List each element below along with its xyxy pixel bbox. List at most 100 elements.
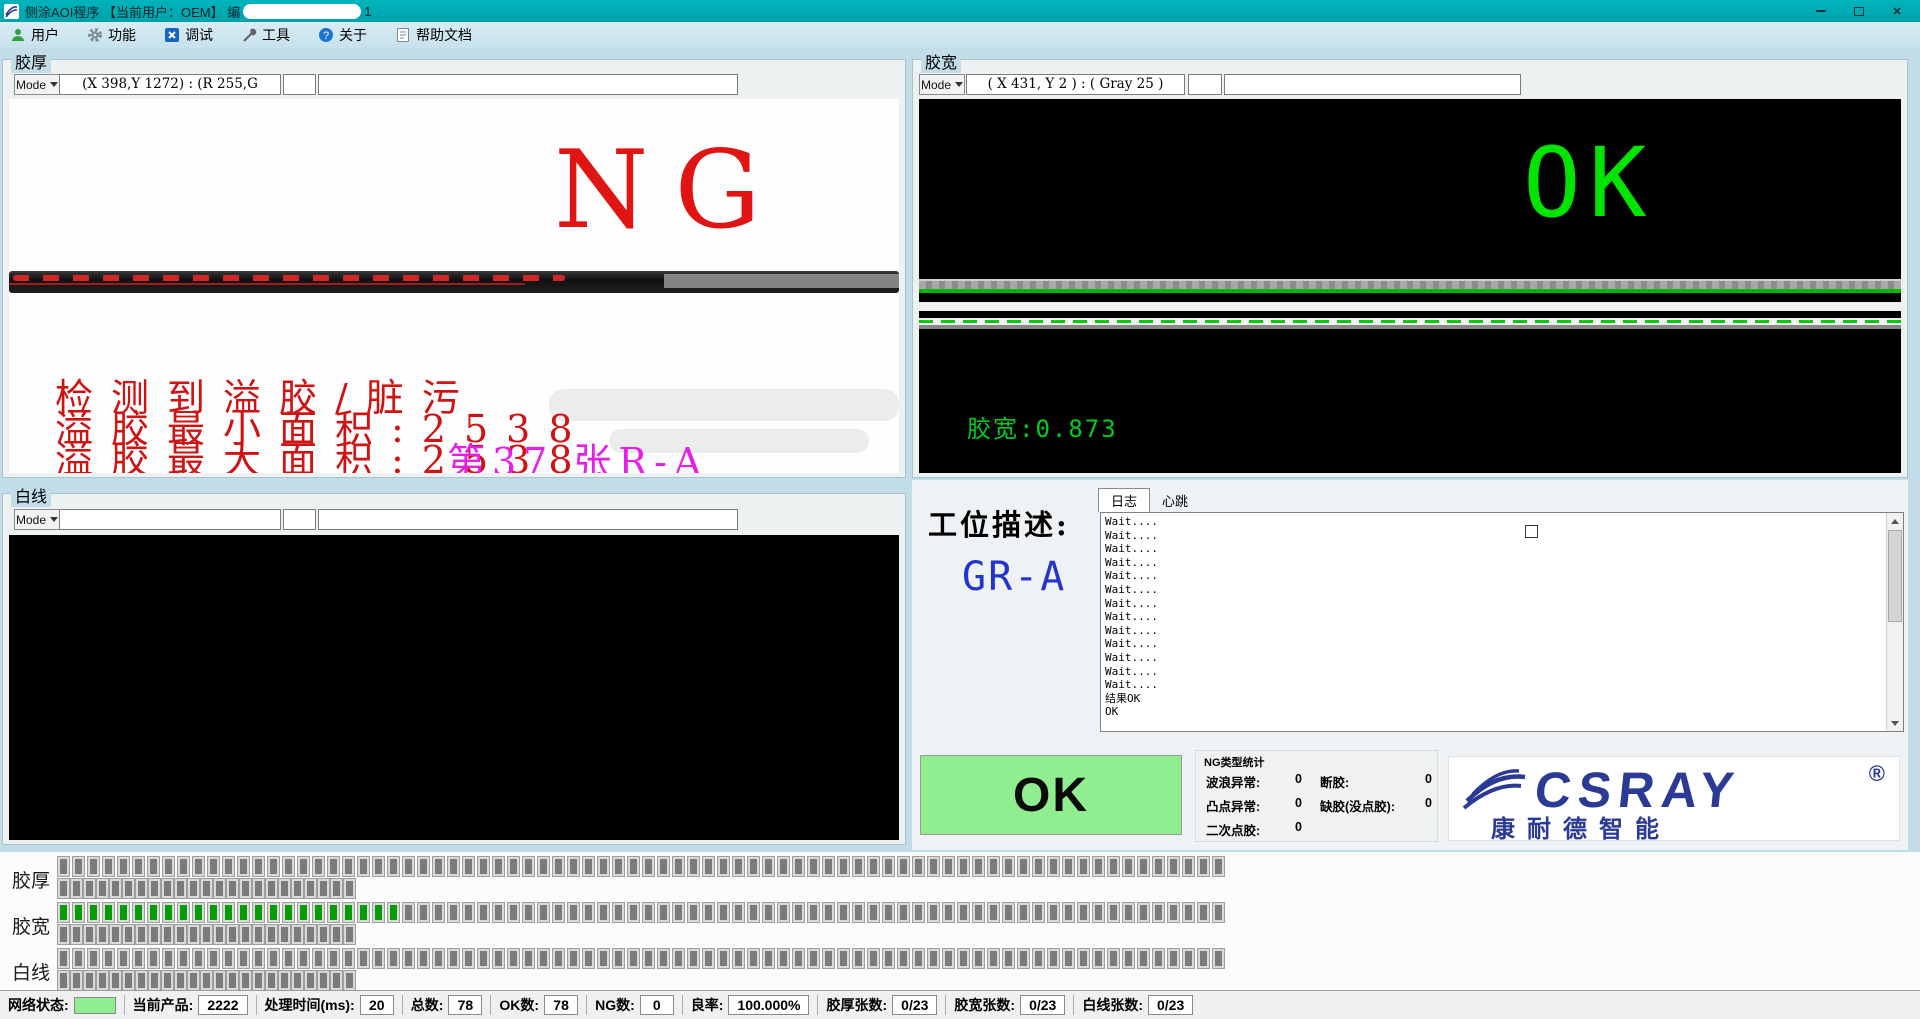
tracker-cell bbox=[373, 949, 384, 968]
statusbar-divider bbox=[1073, 995, 1074, 1015]
statusbar-item: 处理时间(ms):20 bbox=[265, 995, 394, 1015]
tracker-cell bbox=[358, 903, 369, 922]
log-line: Wait.... bbox=[1105, 556, 1883, 570]
mode-dropdown[interactable]: Mode bbox=[14, 74, 60, 95]
tracker-cell bbox=[71, 925, 82, 944]
tracker-cell bbox=[110, 879, 121, 898]
log-panel[interactable]: Wait....Wait....Wait....Wait....Wait....… bbox=[1100, 512, 1904, 732]
ng-type-statistics: NG类型统计 波浪异常:0凸点异常:0二次点胶:0 断胶:0缺胶(没点胶):0 bbox=[1195, 750, 1438, 842]
white-line-image[interactable] bbox=[9, 535, 899, 840]
log-scrollbar[interactable] bbox=[1886, 513, 1903, 731]
tracker-cell bbox=[148, 949, 159, 968]
menu-item-debug[interactable]: 调试 bbox=[164, 25, 213, 45]
tracker-cell bbox=[178, 903, 189, 922]
menu-item-about[interactable]: ? 关于 bbox=[318, 25, 367, 45]
tracker-cell bbox=[331, 879, 342, 898]
statusbar-divider bbox=[124, 995, 125, 1015]
tracker-cell bbox=[973, 857, 984, 876]
tracker-cell bbox=[148, 857, 159, 876]
tracker-cell bbox=[344, 925, 355, 944]
tracker-cell bbox=[149, 925, 160, 944]
tracker-cell bbox=[538, 857, 549, 876]
menu-item-functions[interactable]: 功能 bbox=[87, 25, 136, 45]
tracker-cell bbox=[178, 949, 189, 968]
tab-log[interactable]: 日志 bbox=[1098, 488, 1150, 512]
ng-stat-label: 二次点胶: bbox=[1206, 820, 1260, 839]
small-field[interactable] bbox=[283, 74, 316, 95]
tracker-cell bbox=[58, 971, 69, 990]
overall-result-button[interactable]: OK bbox=[920, 755, 1182, 835]
tracker-cell bbox=[328, 949, 339, 968]
wide-field[interactable] bbox=[318, 74, 738, 95]
wide-field[interactable] bbox=[1224, 74, 1521, 95]
statusbar-divider bbox=[817, 995, 818, 1015]
tracker-cell bbox=[1153, 857, 1164, 876]
statusbar-item: 总数:78 bbox=[411, 995, 483, 1015]
tracker-row bbox=[58, 903, 1224, 922]
tracker-cell bbox=[58, 879, 69, 898]
tracker-cell bbox=[175, 925, 186, 944]
tracker-cell bbox=[1108, 903, 1119, 922]
tracker-cell bbox=[1018, 949, 1029, 968]
tracker-group-glue-width: 胶宽 bbox=[0, 903, 1920, 945]
tracker-cell bbox=[318, 879, 329, 898]
tracker-cell bbox=[928, 903, 939, 922]
network-status-swatch bbox=[74, 997, 116, 1014]
result-text-ok: OK bbox=[1523, 135, 1655, 231]
tracker-cell bbox=[298, 949, 309, 968]
tracker-cell bbox=[148, 903, 159, 922]
maximize-button[interactable] bbox=[1844, 2, 1874, 20]
tracker-cell bbox=[238, 949, 249, 968]
tracker-cell bbox=[118, 903, 129, 922]
tracker-cell bbox=[1168, 949, 1179, 968]
tracker-cell bbox=[227, 879, 238, 898]
tracker-cell bbox=[853, 949, 864, 968]
mode-dropdown[interactable]: Mode bbox=[919, 74, 965, 95]
tracker-cell bbox=[1033, 857, 1044, 876]
statusbar-item: OK数:78 bbox=[499, 995, 578, 1015]
tracker-cell bbox=[688, 949, 699, 968]
tracker-cell bbox=[973, 903, 984, 922]
scroll-down-icon[interactable] bbox=[1887, 715, 1903, 731]
tracker-cell bbox=[523, 903, 534, 922]
tracker-cell bbox=[201, 971, 212, 990]
tracker-cell bbox=[88, 903, 99, 922]
glue-width-image[interactable]: OK 胶宽:0.873 bbox=[919, 99, 1901, 473]
tracker-cell bbox=[508, 903, 519, 922]
wide-field[interactable] bbox=[318, 509, 738, 530]
minimize-button[interactable] bbox=[1806, 2, 1836, 20]
small-field[interactable] bbox=[283, 509, 316, 530]
mode-dropdown[interactable]: Mode bbox=[14, 509, 60, 530]
tracker-cell bbox=[318, 971, 329, 990]
glue-thickness-image[interactable]: NG 检测到溢胶/脏污 溢胶最小面积:2538 溢胶最大面积:2538 第37 … bbox=[9, 99, 899, 473]
log-line: Wait.... bbox=[1105, 651, 1883, 665]
tracker-cell bbox=[118, 857, 129, 876]
user-icon bbox=[10, 27, 26, 43]
close-button[interactable]: × bbox=[1882, 2, 1912, 20]
tracker-cell bbox=[958, 857, 969, 876]
tracker-cell bbox=[463, 903, 474, 922]
tracker-cell bbox=[1003, 949, 1014, 968]
tracker-cell bbox=[201, 925, 212, 944]
menu-item-user[interactable]: 用户 bbox=[10, 25, 59, 45]
tracker-cell bbox=[658, 949, 669, 968]
chevron-down-icon bbox=[50, 82, 58, 87]
tracker-cell bbox=[163, 949, 174, 968]
scroll-up-icon[interactable] bbox=[1887, 513, 1903, 529]
menu-item-tools[interactable]: 工具 bbox=[241, 25, 290, 45]
tracker-cell bbox=[508, 857, 519, 876]
tracker-cell bbox=[136, 925, 147, 944]
tracker-cell bbox=[318, 925, 329, 944]
small-field[interactable] bbox=[1188, 74, 1222, 95]
log-checkbox[interactable] bbox=[1525, 525, 1538, 538]
log-line: Wait.... bbox=[1105, 583, 1883, 597]
tracker-cell bbox=[268, 857, 279, 876]
tracker-cell bbox=[1048, 857, 1059, 876]
tracker-cell bbox=[238, 903, 249, 922]
ng-stat-row: 缺胶(没点胶):0 bbox=[1320, 796, 1432, 815]
tab-heartbeat[interactable]: 心跳 bbox=[1150, 488, 1200, 512]
menu-item-help-doc[interactable]: 帮助文档 bbox=[395, 25, 472, 45]
scrollbar-thumb[interactable] bbox=[1888, 530, 1902, 622]
tracker-cell bbox=[279, 971, 290, 990]
ng-stat-label: 凸点异常: bbox=[1206, 796, 1260, 815]
